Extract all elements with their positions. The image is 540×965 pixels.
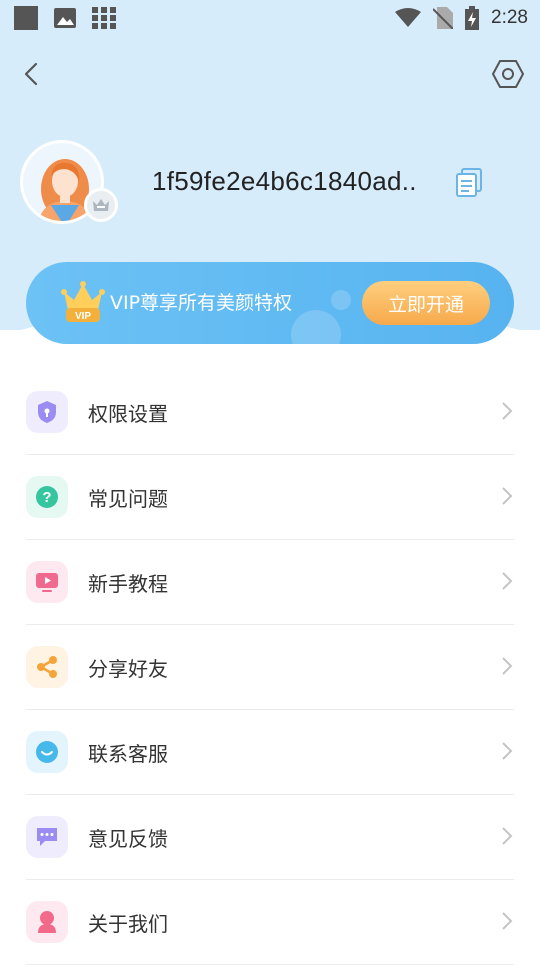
settings-button[interactable] [490, 56, 526, 92]
menu-item-tutorial[interactable]: 新手教程 [26, 540, 514, 625]
shield-icon [26, 391, 68, 433]
menu-item-label: 常见问题 [88, 486, 168, 511]
clock-time: 2:28 [491, 7, 528, 28]
vip-banner[interactable]: VIP VIP尊享所有美颜特权 立即开通 [26, 262, 514, 344]
chat-face-icon [26, 731, 68, 773]
menu-item-label: 关于我们 [88, 911, 168, 936]
wifi-icon [395, 8, 422, 28]
username-label: 1f59fe2e4b6c1840ad.. [152, 166, 417, 196]
status-bar: 2:28 [0, 0, 540, 36]
chevron-left-icon [24, 62, 38, 86]
video-icon [26, 561, 68, 603]
menu-item-label: 意见反馈 [88, 826, 168, 851]
avatar-crown-badge-icon [84, 188, 118, 222]
chevron-right-icon [502, 827, 513, 845]
share-icon [26, 646, 68, 688]
hexagon-settings-icon [492, 60, 524, 88]
decor-bubble [331, 290, 351, 310]
activate-vip-button[interactable]: 立即开通 [362, 281, 490, 325]
chevron-right-icon [502, 487, 513, 505]
menu-item-faq[interactable]: ? 常见问题 [26, 455, 514, 540]
grid-icon [92, 7, 116, 29]
chevron-right-icon [502, 742, 513, 760]
menu-item-label: 权限设置 [88, 401, 168, 426]
menu-item-permissions[interactable]: 权限设置 [26, 370, 514, 455]
question-icon: ? [26, 476, 68, 518]
menu-item-label: 分享好友 [88, 656, 168, 681]
menu-item-label: 新手教程 [88, 571, 168, 596]
back-button[interactable] [14, 56, 50, 92]
no-sim-icon [433, 7, 454, 29]
menu-item-label: 联系客服 [88, 741, 168, 766]
menu-item-share[interactable]: 分享好友 [26, 625, 514, 710]
battery-charging-icon [465, 6, 480, 30]
vip-promo-text: VIP尊享所有美颜特权 [110, 292, 293, 314]
image-icon [54, 8, 76, 28]
svg-text:?: ? [42, 489, 51, 506]
chevron-right-icon [502, 912, 513, 930]
person-icon [26, 901, 68, 943]
copy-button[interactable] [455, 168, 483, 198]
settings-menu: 权限设置 ? 常见问题 新手教程 分享好友 联系客服 意见反馈 关于我们 [26, 370, 514, 965]
copy-icon [456, 168, 482, 197]
app-square-icon [14, 6, 38, 30]
menu-item-about[interactable]: 关于我们 [26, 880, 514, 965]
chevron-right-icon [502, 572, 513, 590]
decor-bubble [291, 310, 341, 344]
vip-crown-icon: VIP [60, 280, 106, 324]
chevron-right-icon [502, 657, 513, 675]
chevron-right-icon [502, 402, 513, 420]
menu-item-customer-service[interactable]: 联系客服 [26, 710, 514, 795]
message-icon [26, 816, 68, 858]
menu-item-feedback[interactable]: 意见反馈 [26, 795, 514, 880]
vip-crown-label: VIP [75, 311, 91, 322]
